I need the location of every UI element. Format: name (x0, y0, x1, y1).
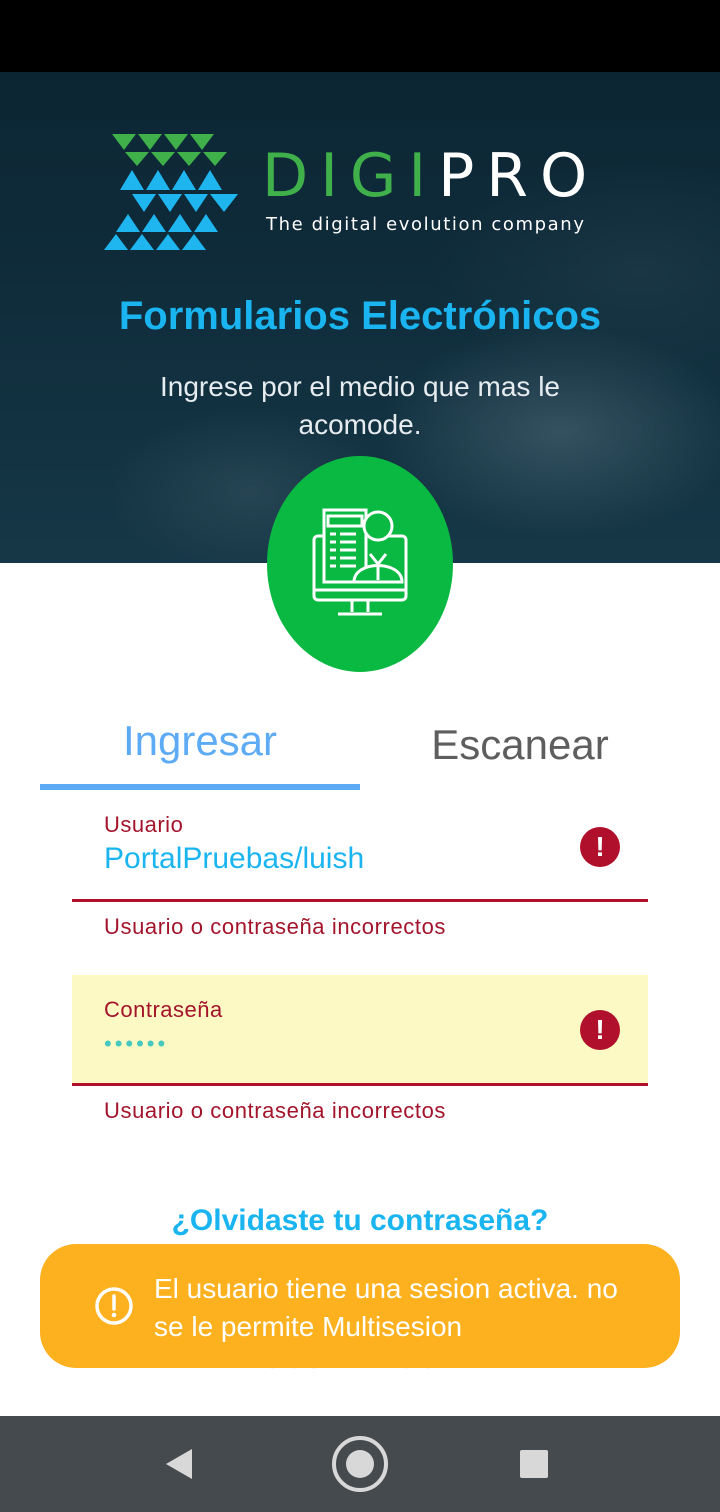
home-button[interactable] (330, 1434, 390, 1494)
back-triangle-icon (166, 1449, 192, 1479)
digipro-logo: DIGIPRO The digital evolution company (104, 134, 624, 254)
tab-ingresar[interactable]: Ingresar (40, 700, 360, 786)
toast-notification: El usuario tiene una sesion activa. no s… (40, 1244, 680, 1368)
brand-name: DIGIPRO (262, 140, 599, 212)
system-navigation-bar (0, 1416, 720, 1512)
username-exclamation-circle-icon: ! (580, 827, 620, 867)
password-exclamation-circle-icon: ! (580, 1010, 620, 1050)
home-circle-icon (332, 1436, 388, 1492)
password-field[interactable]: Contraseña •••••• ! (72, 975, 648, 1086)
recent-square-icon (520, 1450, 548, 1478)
back-button[interactable] (150, 1434, 210, 1494)
online-form-user-icon (312, 508, 408, 616)
login-tabs: Ingresar Escanear (40, 700, 680, 792)
recent-apps-button[interactable] (504, 1434, 564, 1494)
password-input[interactable]: •••••• (104, 1031, 554, 1057)
forgot-password-link[interactable]: ¿Olvidaste tu contraseña? (0, 1204, 720, 1238)
username-label: Usuario (104, 812, 184, 837)
username-error-message: Usuario o contraseña incorrectos (104, 914, 447, 939)
username-field[interactable]: Usuario ! (72, 800, 648, 902)
brand-name-digi: DIGI (262, 141, 439, 211)
triangle-grid-logo-icon (104, 134, 238, 250)
hero-subtitle: Ingrese por el medio que mas le acomode. (160, 371, 560, 440)
password-error-message: Usuario o contraseña incorrectos (104, 1098, 447, 1123)
exclamation-circle-outline-icon (95, 1287, 133, 1325)
brand-tagline: The digital evolution company (266, 214, 586, 235)
avatar-badge (267, 456, 453, 672)
status-bar (0, 0, 720, 72)
tab-escanear[interactable]: Escanear (360, 704, 680, 790)
hero-title: Formularios Electrónicos (118, 294, 602, 338)
username-input[interactable] (104, 842, 554, 876)
brand-name-pro: PRO (438, 141, 600, 211)
tab-active-indicator (40, 784, 360, 790)
password-label: Contraseña (104, 997, 223, 1022)
toast-message: El usuario tiene una sesion activa. no s… (154, 1273, 618, 1342)
